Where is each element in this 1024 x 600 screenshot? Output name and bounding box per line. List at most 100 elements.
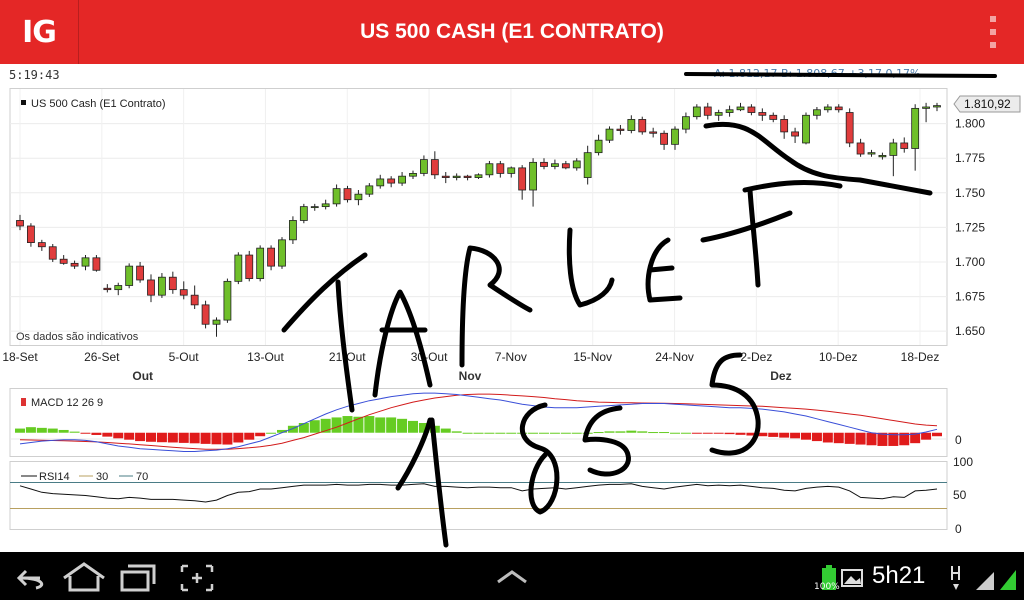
candle-body bbox=[922, 106, 930, 109]
candle-body bbox=[92, 257, 101, 271]
macd-hist-bar bbox=[670, 432, 680, 434]
candle-body bbox=[474, 174, 483, 178]
candle-body bbox=[81, 257, 90, 267]
candle-body bbox=[878, 155, 887, 158]
macd-hist-bar bbox=[484, 432, 495, 434]
candle-body bbox=[649, 131, 658, 134]
date-tick-label: 2-Dez bbox=[740, 350, 772, 364]
candle-body bbox=[813, 109, 821, 116]
candle-body bbox=[823, 106, 832, 111]
macd-hist-bar bbox=[167, 432, 178, 443]
recent-apps-icon[interactable] bbox=[120, 564, 156, 592]
macd-hist-bar bbox=[855, 432, 866, 445]
screenshot-icon[interactable] bbox=[180, 564, 214, 592]
rsi-panel bbox=[9, 461, 948, 530]
candle-body bbox=[551, 163, 559, 167]
candle-body bbox=[16, 220, 24, 227]
macd-panel bbox=[9, 388, 948, 457]
back-icon[interactable] bbox=[16, 569, 44, 590]
macd-hist-bar bbox=[549, 432, 560, 434]
macd-hist-bar bbox=[921, 432, 932, 440]
macd-hist-bar bbox=[222, 432, 233, 445]
macd-hist-bar bbox=[779, 432, 790, 438]
macd-hist-bar bbox=[560, 432, 571, 434]
date-tick-label: 15-Nov bbox=[573, 350, 612, 364]
macd-hist-bar bbox=[626, 430, 637, 433]
macd-hist-bar bbox=[397, 418, 408, 433]
date-tick-label: 13-Out bbox=[247, 350, 284, 364]
candle-body bbox=[736, 106, 745, 111]
date-tick-label: 24-Nov bbox=[655, 350, 694, 364]
macd-hist-bar bbox=[724, 432, 735, 435]
macd-hist-bar bbox=[58, 429, 69, 433]
month-label: Out bbox=[132, 369, 153, 383]
macd-zero-label: 0 bbox=[955, 433, 962, 447]
candle-body bbox=[485, 163, 494, 176]
date-tick-label: 18-Dez bbox=[901, 350, 940, 364]
price-tick-label: 1.650 bbox=[955, 324, 985, 338]
date-tick-label: 10-Dez bbox=[819, 350, 858, 364]
candle-body bbox=[452, 175, 461, 178]
system-nav-bar: 100% 5h21 bbox=[0, 552, 1024, 600]
macd-hist-bar bbox=[408, 420, 418, 433]
candle-body bbox=[343, 188, 352, 201]
candle-body bbox=[802, 114, 810, 144]
macd-hist-bar bbox=[331, 417, 342, 433]
candle-body bbox=[529, 161, 537, 191]
candle-body bbox=[747, 106, 756, 113]
battery-level: 100% bbox=[814, 582, 840, 592]
macd-legend-marker bbox=[21, 398, 26, 406]
candle-body bbox=[289, 220, 297, 241]
macd-hist-bar bbox=[822, 432, 833, 443]
month-label: Dez bbox=[770, 369, 791, 383]
rsi-title: RSI14 bbox=[39, 471, 70, 483]
macd-hist-bar bbox=[539, 432, 549, 434]
macd-hist-bar bbox=[790, 432, 801, 439]
macd-hist-bar bbox=[615, 431, 626, 433]
macd-hist-bar bbox=[298, 423, 309, 433]
system-clock: 5h21 bbox=[872, 562, 926, 589]
candle-body bbox=[354, 193, 363, 201]
macd-hist-bar bbox=[866, 432, 877, 446]
price-tick-label: 1.725 bbox=[955, 220, 985, 234]
indicative-note: Os dados são indicativos bbox=[16, 331, 139, 343]
candle-body bbox=[299, 206, 308, 221]
macd-hist-bar bbox=[15, 428, 25, 433]
network-type-icon bbox=[951, 566, 960, 590]
candle-body bbox=[889, 142, 898, 156]
price-axis-labels: 1.650 1.675 1.700 1.725 1.750 1.775 1.800 bbox=[955, 117, 985, 339]
macd-hist-bar bbox=[451, 431, 462, 433]
macd-hist-bar bbox=[25, 427, 36, 433]
candle-body bbox=[518, 167, 527, 191]
candle-body bbox=[933, 105, 941, 108]
macd-hist-bar bbox=[680, 432, 691, 434]
macd-hist-bar bbox=[506, 432, 517, 434]
macd-hist-bar bbox=[473, 432, 484, 434]
candle-body bbox=[147, 279, 155, 296]
candle-body bbox=[769, 114, 778, 120]
macd-hist-bar bbox=[702, 432, 713, 434]
candle-body bbox=[834, 106, 843, 111]
price-tick-label: 1.750 bbox=[955, 186, 985, 200]
candle-body bbox=[616, 128, 625, 131]
candle-body bbox=[791, 131, 799, 137]
macd-hist-bar bbox=[593, 432, 604, 434]
macd-hist-bar bbox=[178, 432, 189, 443]
signal-icon bbox=[976, 570, 1016, 590]
macd-hist-bar bbox=[528, 432, 539, 434]
macd-hist-bar bbox=[386, 417, 397, 433]
macd-hist-bar bbox=[713, 432, 724, 434]
chevron-up-icon[interactable] bbox=[497, 570, 527, 584]
macd-hist-bar bbox=[244, 432, 255, 440]
macd-hist-bar bbox=[659, 432, 670, 434]
candle-body bbox=[267, 247, 275, 267]
macd-hist-bar bbox=[189, 432, 200, 444]
macd-hist-bar bbox=[833, 432, 844, 444]
price-chart[interactable]: 1.650 1.675 1.700 1.725 1.750 1.775 1.800 18-S… bbox=[0, 0, 1024, 552]
home-icon[interactable] bbox=[63, 562, 105, 592]
candle-body bbox=[387, 178, 396, 184]
macd-title: MACD 12 26 9 bbox=[31, 397, 103, 409]
candle-body bbox=[332, 188, 341, 205]
macd-hist-bar bbox=[648, 432, 659, 434]
candle-body bbox=[27, 225, 35, 244]
